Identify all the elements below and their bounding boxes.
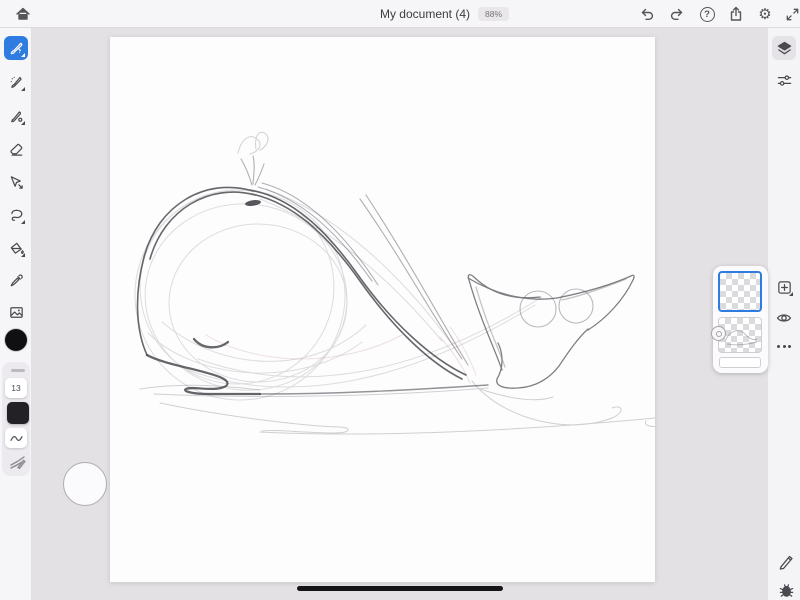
background-layer-bar[interactable] <box>719 357 761 368</box>
layer-link-badge[interactable] <box>711 326 726 341</box>
brush-settings-panel: 13 <box>2 362 30 476</box>
document-title[interactable]: My document (4) <box>300 0 470 28</box>
adjustments-button[interactable] <box>772 68 796 92</box>
adjustments-icon <box>776 72 793 89</box>
report-bug-button[interactable] <box>776 580 796 600</box>
pencil-only-mode-button[interactable] <box>776 552 796 572</box>
eraser-tool[interactable] <box>4 137 28 161</box>
secondary-color-swatch[interactable] <box>7 402 29 424</box>
gear-glyph: ⚙ <box>758 7 771 22</box>
zoom-level-badge[interactable]: 88% <box>478 7 509 21</box>
eye-icon <box>775 309 793 327</box>
settings-icon[interactable]: ⚙ <box>754 3 776 25</box>
more-options-icon <box>777 345 791 348</box>
lasso-tool[interactable] <box>4 203 28 227</box>
bug-icon <box>778 582 795 599</box>
smoothing-wave-icon <box>9 433 24 444</box>
tool-flyout-indicator <box>21 53 25 57</box>
current-color-swatch[interactable] <box>5 329 27 351</box>
live-brush-tool[interactable] <box>4 70 28 94</box>
layer-2-thumbnail[interactable] <box>718 317 762 353</box>
home-indicator[interactable] <box>297 586 503 591</box>
home-icon[interactable] <box>12 3 34 25</box>
layers-icon <box>776 40 793 57</box>
layer-more-options-button[interactable] <box>772 334 796 358</box>
whale-sketch <box>110 37 655 582</box>
layer-visibility-button[interactable] <box>772 306 796 330</box>
tool-flyout-indicator <box>21 220 25 224</box>
right-toolbar <box>768 28 800 600</box>
place-image-tool[interactable] <box>4 300 28 324</box>
drawing-canvas[interactable] <box>110 37 655 582</box>
brush-size-slider[interactable] <box>11 369 25 372</box>
vector-brush-tool[interactable] <box>4 104 28 128</box>
tool-flyout-indicator <box>21 121 25 125</box>
eyedropper-tool[interactable] <box>4 268 28 292</box>
help-glyph: ? <box>700 7 715 22</box>
undo-icon[interactable] <box>636 3 658 25</box>
left-toolbar: 13 <box>0 28 32 600</box>
smoothing-toggle[interactable] <box>5 428 27 448</box>
fill-tool[interactable] <box>4 236 28 260</box>
flyout-indicator <box>789 292 793 296</box>
layers-panel <box>713 266 768 373</box>
add-layer-button[interactable] <box>772 275 796 299</box>
brush-size-value: 13 <box>11 383 20 393</box>
share-icon[interactable] <box>725 3 747 25</box>
move-tool[interactable] <box>4 170 28 194</box>
pencil-icon <box>777 553 795 571</box>
redo-icon[interactable] <box>666 3 688 25</box>
tool-flyout-indicator <box>21 253 25 257</box>
layer-1-thumbnail[interactable] <box>718 271 762 312</box>
layers-panel-button[interactable] <box>772 36 796 60</box>
touch-shortcut-button[interactable] <box>63 462 107 506</box>
top-bar: My document (4) 88% ? ⚙ <box>0 0 800 28</box>
brush-size-value-box[interactable]: 13 <box>5 378 27 398</box>
fullscreen-icon[interactable] <box>781 3 800 25</box>
taper-settings-icon[interactable] <box>9 454 27 470</box>
pixel-brush-tool[interactable] <box>4 36 28 60</box>
help-icon[interactable]: ? <box>696 3 718 25</box>
tool-flyout-indicator <box>21 87 25 91</box>
